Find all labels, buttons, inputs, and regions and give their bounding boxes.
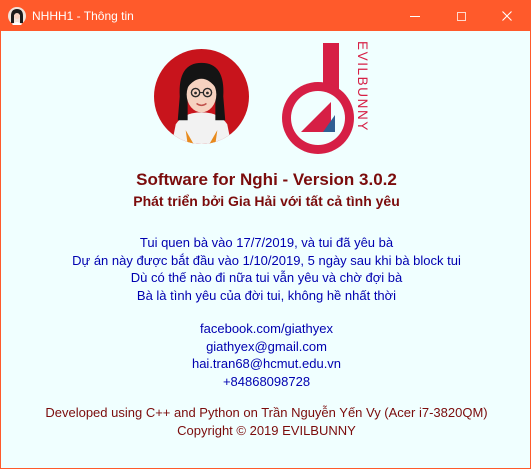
story-line: Dù có thế nào đi nữa tui vẫn yêu và chờ … <box>130 270 403 285</box>
close-button[interactable] <box>484 1 530 31</box>
story-line: Bà là tình yêu của đời tui, không hề nhấ… <box>136 287 397 303</box>
title-bar[interactable]: NHHH1 - Thông tin <box>1 1 530 31</box>
credits-text: Developed using C++ and Python on Trần N… <box>1 404 531 439</box>
maximize-button[interactable] <box>438 1 484 31</box>
window-title: NHHH1 - Thông tin <box>32 9 134 23</box>
logo-wordmark: EVILBUNNY <box>355 41 369 132</box>
development-credit: Developed using C++ and Python on Trần N… <box>45 405 488 420</box>
minimize-icon <box>410 15 420 17</box>
maximize-icon <box>456 11 466 21</box>
story-line: Tui quen bà vào 17/7/2019, và tui đã yêu… <box>139 235 394 250</box>
contact-info: facebook.com/giathyex giathyex@gmail.com… <box>1 320 531 390</box>
minimize-button[interactable] <box>392 1 438 31</box>
developer-subheading: Phát triển bởi Gia Hải với tất cả tình y… <box>133 193 400 209</box>
story-text: Tui quen bà vào 17/7/2019, và tui đã yêu… <box>1 234 531 304</box>
profile-avatar <box>154 49 249 144</box>
phone-number: +84868098728 <box>222 373 311 389</box>
copyright-notice: Copyright © 2019 EVILBUNNY <box>177 422 356 438</box>
gmail-address: giathyex@gmail.com <box>206 338 327 354</box>
app-avatar-icon <box>8 7 26 25</box>
app-version-heading: Software for Nghi - Version 3.0.2 <box>136 170 397 189</box>
story-line: Dự án này được bắt đầu vào 1/10/2019, 5 … <box>72 252 461 268</box>
edu-email-address: hai.tran68@hcmut.edu.vn <box>191 356 342 371</box>
about-window: NHHH1 - Thông tin EVILBUNNY Software for… <box>0 0 531 469</box>
close-icon <box>502 11 512 21</box>
evilbunny-logo: EVILBUNNY <box>282 41 369 154</box>
facebook-link: facebook.com/giathyex <box>200 321 333 336</box>
